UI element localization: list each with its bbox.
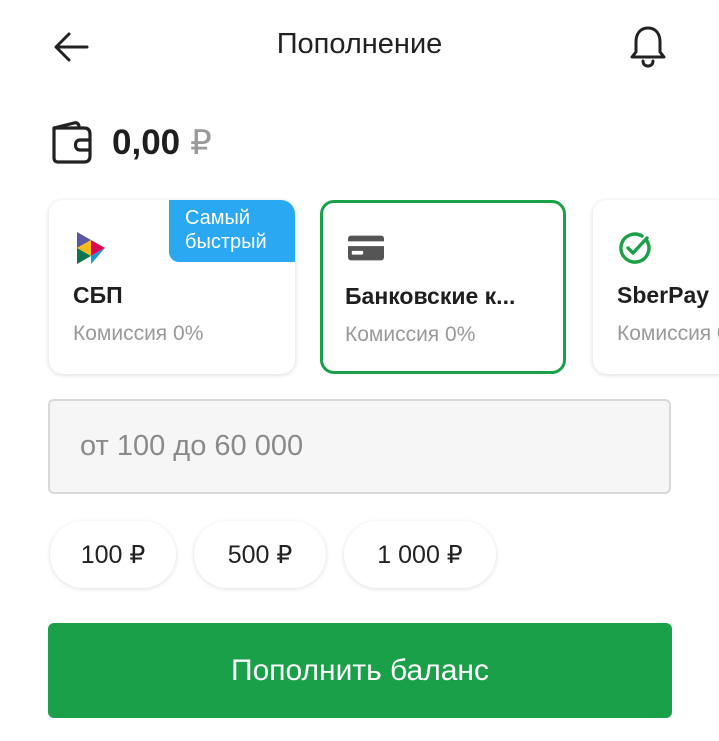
payment-method-name: Банковские к... [345,283,516,309]
badge-line-1: Самый [185,207,251,229]
fastest-badge: Самый быстрый [169,200,295,262]
payment-method-sbp[interactable]: Самый быстрый СБП Комиссия 0% [49,200,295,374]
quick-amount-100[interactable]: 100 ₽ [50,521,176,588]
notifications-button[interactable] [624,22,672,70]
bell-icon [630,26,666,68]
payment-method-name: СБП [73,282,123,308]
payment-method-fee: Комиссия 0% [617,322,719,345]
payment-method-bank-card[interactable]: Банковские к... Комиссия 0% [320,200,566,374]
balance-row: 0,00 ₽ [50,118,212,168]
payment-method-name: SberPay [617,282,710,308]
amount-input[interactable] [48,399,671,494]
sberpay-check-icon [617,230,653,266]
payment-method-fee: Комиссия 0% [73,322,204,345]
wallet-icon [52,121,92,164]
top-up-button[interactable]: Пополнить баланс [48,623,672,718]
page-title: Пополнение [276,28,443,60]
quick-amount-1000[interactable]: 1 000 ₽ [344,521,496,588]
quick-amounts: 100 ₽ 500 ₽ 1 000 ₽ [50,521,514,589]
payment-method-sberpay[interactable]: SberPay Комиссия 0% [593,200,719,374]
quick-amount-500[interactable]: 500 ₽ [194,521,326,588]
badge-line-2: быстрый [185,231,267,253]
payment-methods-carousel[interactable]: Самый быстрый СБП Комиссия 0% Банковские… [0,198,719,378]
balance-currency: ₽ [190,124,212,162]
bank-card-icon [348,230,384,266]
top-bar: Пополнение [0,0,719,95]
sbp-logo-icon [73,230,109,266]
payment-method-fee: Комиссия 0% [345,323,476,346]
balance-amount: 0,00 [112,123,181,162]
